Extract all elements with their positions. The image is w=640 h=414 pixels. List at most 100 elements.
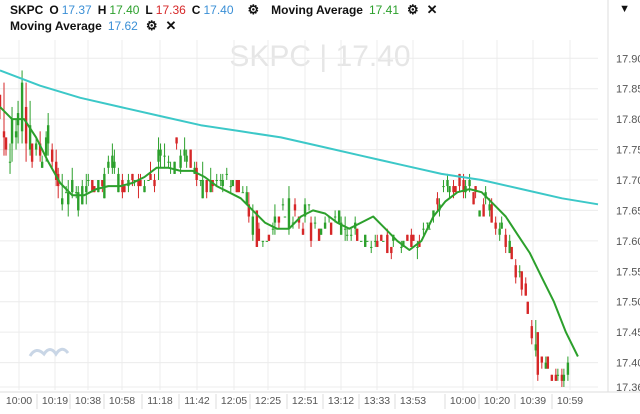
y-tick-label: 17.55 [616, 266, 640, 278]
logo-mark [28, 347, 70, 357]
ma1-value: 17.41 [368, 3, 399, 17]
candle-body [360, 240, 363, 242]
candle-body [550, 374, 554, 381]
x-tick-label: 13:12 [328, 395, 354, 407]
high-value: 17.40 [109, 3, 140, 17]
symbol-label: SKPC [10, 3, 44, 17]
candle-body [390, 246, 393, 254]
candle-body [61, 198, 64, 205]
chevron-down-icon[interactable]: ▼ [619, 3, 630, 15]
candle-body [34, 143, 38, 150]
x-tick-label: 10:59 [557, 395, 583, 407]
x-tick-label: 11:18 [147, 395, 173, 407]
candle-body [113, 161, 116, 168]
close-icon[interactable]: ✕ [427, 3, 438, 16]
y-tick-label: 17.65 [616, 205, 640, 217]
x-tick-label: 10:19 [42, 395, 68, 407]
candle-body [436, 198, 439, 205]
candle-body [20, 82, 24, 132]
candle-body [446, 180, 449, 187]
candle-body [382, 240, 385, 242]
broker-logo [28, 347, 70, 357]
candle-body [67, 192, 70, 205]
candle-body [349, 234, 353, 236]
candle-body [283, 216, 287, 218]
x-tick-label: 10:00 [6, 395, 32, 407]
candle-body [4, 137, 8, 150]
candle-body [422, 228, 425, 230]
candle-body [329, 222, 333, 235]
candle-body [257, 228, 261, 241]
candle-body [131, 173, 134, 180]
ma1-label: Moving Average [271, 3, 363, 17]
y-tick-label: 17.50 [616, 297, 640, 309]
candle-body [520, 271, 523, 290]
candle-body [14, 131, 18, 138]
candle-body [273, 216, 277, 223]
candle-body [366, 240, 369, 242]
candle-body [163, 155, 166, 157]
candle-body [376, 240, 379, 247]
moving-average-lines [0, 69, 599, 357]
candle-body [380, 234, 383, 241]
candle-body [40, 161, 44, 168]
candle-body [97, 180, 100, 193]
candle-body [221, 180, 224, 187]
watermark: SKPC | 17.40 [229, 40, 410, 73]
candle-body [287, 198, 291, 229]
high-label: H [97, 3, 107, 17]
ma2-legend: Moving Average 17.62 ⚙ ✕ [10, 19, 176, 33]
chart-svg[interactable]: SKPC | 17.40 17.9017.8517.8017.7517.7017… [0, 0, 640, 409]
candle-body [149, 173, 152, 180]
close-icon[interactable]: ✕ [166, 19, 177, 32]
candle-body [540, 356, 544, 363]
candle-body [343, 228, 347, 230]
x-tick-label: 12:25 [255, 395, 281, 407]
grid [0, 40, 598, 390]
candle-body [185, 155, 188, 162]
candle-body [510, 246, 513, 260]
close-value: 17.40 [203, 3, 234, 17]
candle-body [10, 119, 14, 144]
candle-body [355, 228, 359, 241]
candle-body [71, 180, 74, 193]
candle-body [107, 161, 110, 168]
y-tick-label: 17.85 [616, 84, 640, 96]
gear-icon[interactable]: ⚙ [248, 3, 260, 16]
candle-body [229, 186, 232, 188]
candle-body [478, 210, 481, 217]
candle-body [472, 192, 475, 205]
candle-body [524, 283, 527, 296]
candle-body [237, 180, 240, 193]
candle-body [265, 240, 269, 242]
ma2-label: Moving Average [10, 19, 102, 33]
candle-body [30, 143, 34, 162]
candle-body [271, 228, 275, 230]
candle-body [307, 204, 311, 206]
x-tick-label: 10:38 [75, 395, 101, 407]
candle-body [2, 131, 6, 138]
candle-body [546, 356, 550, 369]
candle-body [370, 246, 373, 248]
candle-body [337, 210, 341, 223]
candle-body [494, 222, 497, 229]
gear-icon[interactable]: ⚙ [146, 19, 158, 32]
candle-body [526, 301, 529, 314]
candle-body [147, 180, 150, 181]
x-tick-label: 12:51 [292, 395, 318, 407]
gear-icon[interactable]: ⚙ [407, 3, 419, 16]
candle-body [123, 186, 126, 193]
candle-body [566, 362, 570, 375]
candle-body [428, 228, 431, 230]
candle-body [173, 161, 176, 174]
x-tick-label: 13:33 [364, 395, 390, 407]
y-tick-label: 17.75 [616, 145, 640, 157]
candle-body [301, 228, 305, 235]
candle-body [386, 234, 389, 254]
candle-body [281, 204, 285, 206]
candle-body [251, 216, 255, 235]
candle-body [426, 222, 429, 224]
low-value: 17.36 [155, 3, 186, 17]
candle-body [183, 149, 186, 156]
candle-body [490, 204, 493, 223]
